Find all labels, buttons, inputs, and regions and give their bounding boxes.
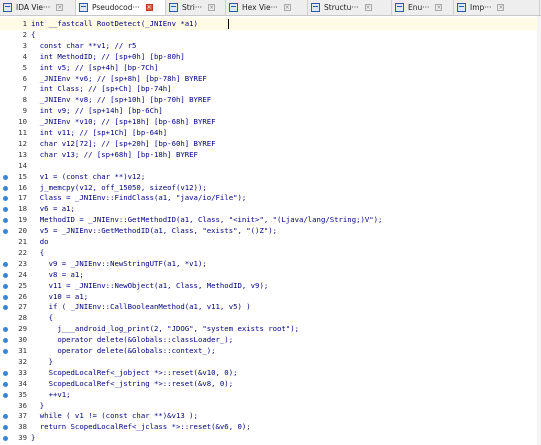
enums-icon	[395, 3, 404, 12]
tab-label: Stri···	[182, 3, 203, 12]
tab-imports[interactable]: Imp··· ×	[454, 0, 540, 15]
tab-label: Hex Vie···	[242, 3, 278, 12]
close-icon[interactable]: ×	[145, 4, 153, 11]
tab-label: IDA Vie···	[16, 3, 51, 12]
text-cursor	[228, 19, 229, 29]
imports-icon	[457, 3, 466, 12]
close-icon[interactable]: ×	[435, 4, 443, 11]
tab-bar: IDA Vie··· × Pseudocod··· × Stri··· × He…	[0, 0, 541, 16]
tab-label: Pseudocod···	[92, 3, 140, 12]
close-icon[interactable]: ×	[208, 4, 216, 11]
pseudocode-view[interactable]: 1 int __fastcall RootDetect(_JNIEnv *a1) 2…	[0, 16, 541, 445]
pseudocode-icon	[79, 3, 88, 12]
tab-label: Enu···	[408, 3, 430, 12]
vertical-scrollbar[interactable]	[537, 16, 541, 445]
tab-strings[interactable]: Stri··· ×	[166, 0, 226, 15]
tab-label: Structu···	[324, 3, 359, 12]
tab-structures[interactable]: Structu··· ×	[308, 0, 392, 15]
tab-ida-view[interactable]: IDA Vie··· ×	[0, 0, 76, 15]
strings-icon	[169, 3, 178, 12]
close-icon[interactable]: ×	[364, 4, 372, 11]
tab-pseudocode[interactable]: Pseudocod··· ×	[76, 0, 166, 15]
close-icon[interactable]: ×	[497, 4, 505, 11]
tab-hex-view[interactable]: Hex Vie··· ×	[226, 0, 308, 15]
ida-view-icon	[3, 3, 12, 12]
tab-label: Imp···	[470, 3, 492, 12]
code-text: }	[31, 433, 36, 443]
tab-enums[interactable]: Enu··· ×	[392, 0, 454, 15]
close-icon[interactable]: ×	[283, 4, 291, 11]
code-line[interactable]: 39}	[0, 432, 541, 444]
hex-view-icon	[229, 3, 238, 12]
close-icon[interactable]: ×	[56, 4, 64, 11]
line-number: 39	[18, 433, 27, 443]
structures-icon	[311, 3, 320, 12]
